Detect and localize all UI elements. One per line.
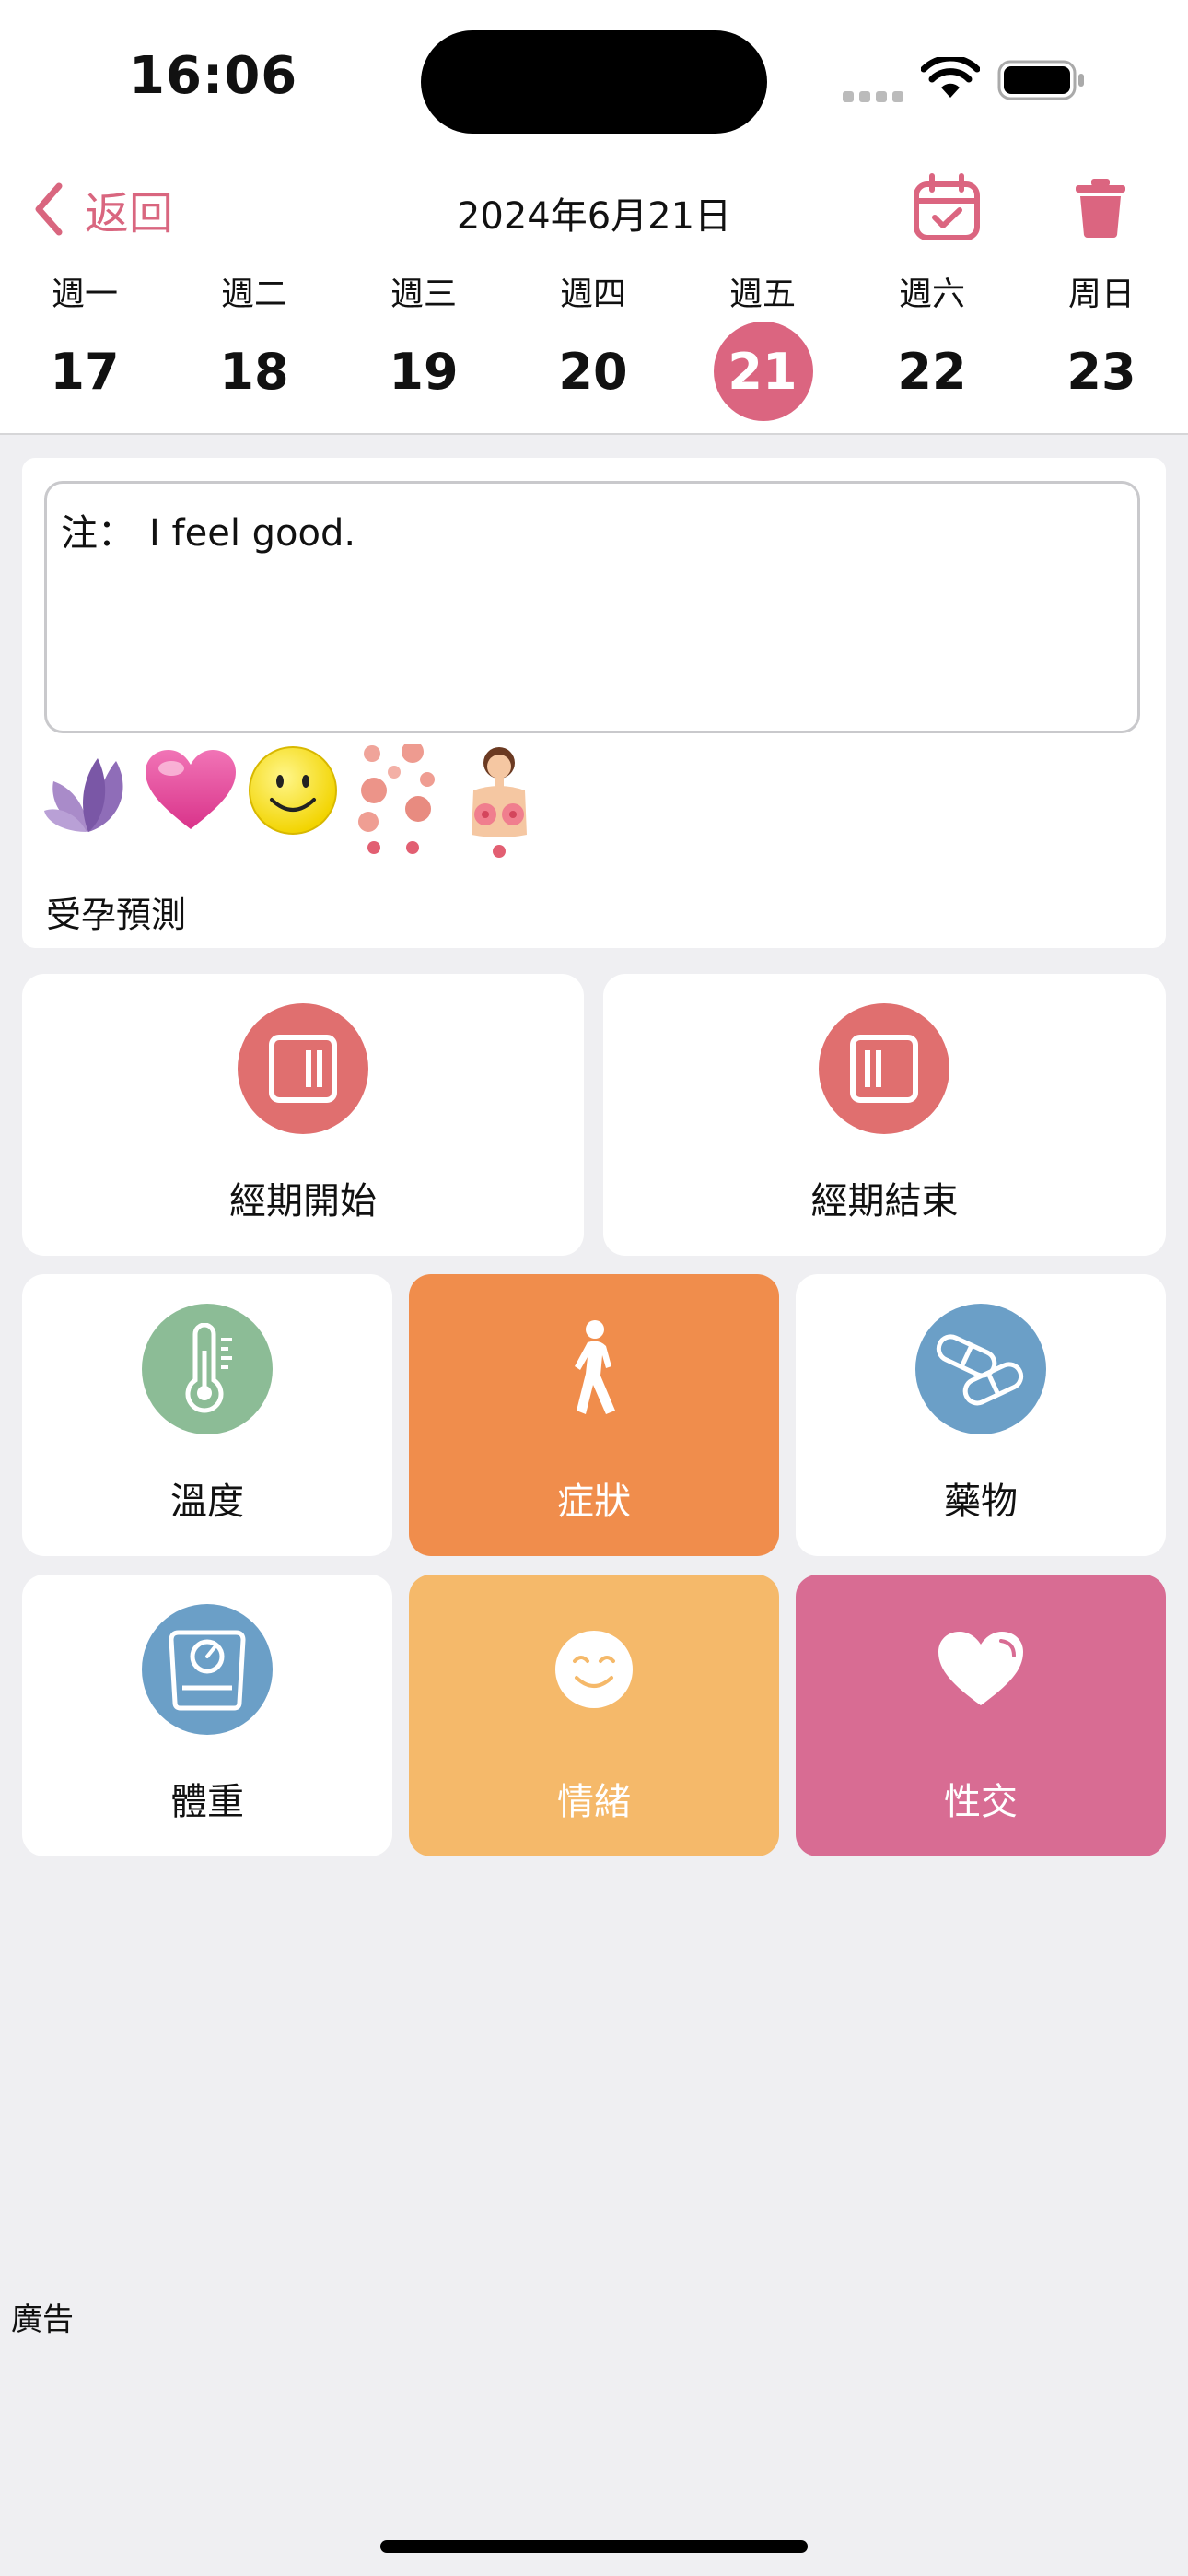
- period-start-icon: [238, 1003, 368, 1134]
- mood-button[interactable]: 情緒: [409, 1575, 779, 1856]
- wifi-icon: [921, 57, 980, 98]
- heart-icon: [146, 750, 236, 829]
- day-number[interactable]: 20: [510, 334, 676, 411]
- trash-icon[interactable]: [1073, 178, 1128, 239]
- symptoms-button[interactable]: 症狀: [409, 1274, 779, 1556]
- battery-icon: [997, 60, 1084, 100]
- period-end-label: 經期結束: [810, 1180, 959, 1223]
- lotus-icon: [44, 758, 123, 832]
- temperature-button[interactable]: 溫度: [22, 1274, 392, 1556]
- day-number[interactable]: 19: [341, 334, 507, 411]
- weekday-label: 周日: [1067, 275, 1135, 313]
- ad-label: 廣告: [11, 2301, 74, 2338]
- page-title: 2024年6月21日: [456, 195, 732, 238]
- day-number[interactable]: 22: [849, 334, 1015, 411]
- weekday-label: 週四: [559, 275, 626, 313]
- home-indicator[interactable]: [380, 2540, 808, 2553]
- medication-button[interactable]: 藥物: [796, 1274, 1166, 1556]
- back-label: 返回: [85, 188, 174, 240]
- note-content: 注： I feel good.: [61, 503, 355, 556]
- weekday-label: 週三: [390, 275, 457, 313]
- scale-icon: [142, 1604, 273, 1735]
- weekday-label: 週一: [51, 275, 118, 313]
- weight-button[interactable]: 體重: [22, 1575, 392, 1856]
- day-number-selected[interactable]: 21: [680, 334, 845, 411]
- medication-label: 藥物: [944, 1481, 1018, 1523]
- note-prefix: 注：: [61, 512, 134, 555]
- period-start-label: 經期開始: [229, 1180, 377, 1223]
- sex-label: 性交: [944, 1781, 1018, 1823]
- mood-smile-icon: [529, 1604, 659, 1735]
- weekday-label: 週二: [220, 275, 287, 313]
- fertility-prediction-label: 受孕預測: [46, 895, 187, 935]
- period-start-button[interactable]: 經期開始: [22, 974, 584, 1256]
- back-button[interactable]: 返回: [33, 177, 173, 241]
- dynamic-island: [421, 30, 767, 134]
- breasts-icon: [472, 747, 527, 858]
- period-end-icon: [819, 1003, 949, 1134]
- heart-outline-icon: [915, 1604, 1046, 1735]
- symptoms-label: 症狀: [557, 1481, 631, 1523]
- cells-icon: [358, 744, 435, 854]
- day-number[interactable]: 17: [2, 334, 168, 411]
- chevron-left-icon: [35, 182, 63, 236]
- status-time: 16:06: [129, 46, 298, 106]
- weekday-label: 週五: [728, 275, 796, 313]
- pills-icon: [915, 1304, 1046, 1434]
- weekday-label: 週六: [898, 275, 965, 313]
- day-number[interactable]: 23: [1019, 334, 1184, 411]
- period-end-button[interactable]: 經期結束: [603, 974, 1166, 1256]
- person-icon: [529, 1304, 659, 1434]
- temperature-label: 溫度: [170, 1481, 244, 1523]
- mood-label: 情緒: [557, 1781, 631, 1823]
- sex-button[interactable]: 性交: [796, 1575, 1166, 1856]
- weight-label: 體重: [170, 1781, 244, 1823]
- smiley-icon: [249, 746, 337, 835]
- signal-icon: [843, 88, 909, 106]
- thermometer-icon: [142, 1304, 273, 1434]
- day-number[interactable]: 18: [171, 334, 337, 411]
- calendar-check-icon[interactable]: [912, 173, 982, 243]
- note-text: I feel good.: [149, 512, 356, 555]
